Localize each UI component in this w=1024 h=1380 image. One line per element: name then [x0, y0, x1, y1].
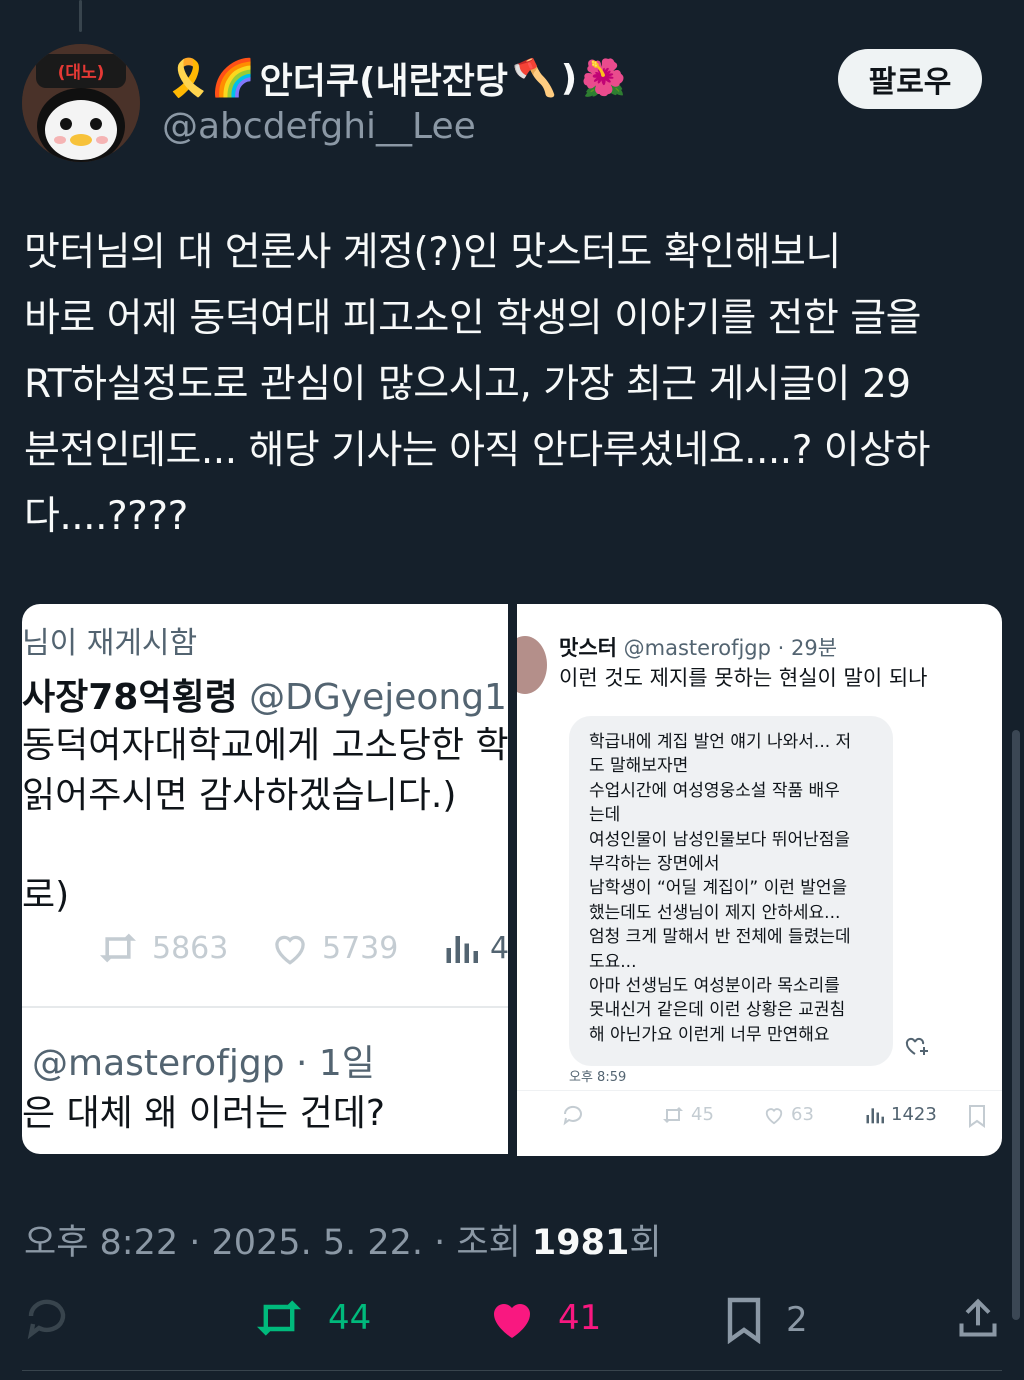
tweet-line: 다....????	[24, 494, 188, 539]
quoted-author-handle: @DGyejeong12	[237, 677, 508, 718]
bubble-line: 여성인물이 남성인물보다 뛰어난점을	[589, 829, 851, 850]
heart-icon	[275, 935, 305, 965]
author-display-name[interactable]: 🎗️🌈 안더쿠(내란잔당 🪓 ) 🌺	[166, 52, 626, 104]
reply-button[interactable]	[22, 1296, 72, 1340]
thread-connector-line	[79, 0, 82, 32]
tweet-line: 바로 어제 동덕여대 피고소인 학생의 이야기를 전한 글을	[24, 296, 922, 341]
author-handle[interactable]: @abcdefghi__Lee	[162, 106, 476, 147]
message-bubble: 학급내에 계집 발언 얘기 나와서... 저 도 말해보자면 수업시간에 여성영…	[569, 716, 893, 1066]
tweet-line: RT하실정도로 관심이 많으시고, 가장 최근 게시글이 29	[24, 362, 911, 407]
bubble-line: 엄청 크게 말해서 반 전체에 들렸는데	[589, 927, 851, 948]
bubble-line: 남학생이 “어딜 계집이” 이런 발언을	[589, 878, 848, 899]
divider	[22, 1370, 1002, 1371]
image-views-stat: 4	[442, 930, 508, 966]
heart-icon	[765, 1107, 783, 1124]
bookmark-icon	[969, 1105, 985, 1128]
hibiscus-emoji: 🌺	[581, 58, 627, 99]
quoted-author-name: 사장78억횡령	[22, 677, 238, 718]
penguin-avatar-image: (대노)	[22, 44, 140, 162]
share-icon	[959, 1298, 997, 1337]
bubble-line: 는데	[589, 805, 621, 826]
bubble-line: 부각하는 장면에서	[589, 854, 720, 875]
bookmark-icon	[727, 1297, 761, 1344]
reply-icon	[27, 1299, 66, 1340]
reply-handle-time: @masterofjgp · 1일	[32, 1043, 375, 1084]
image-retweet-stat: 5863	[96, 930, 228, 966]
tweet-line: 분전인데도... 해당 기사는 아직 안다루셨네요....? 이상하	[24, 428, 930, 473]
heart-plus-icon	[905, 1037, 928, 1055]
share-button[interactable]	[956, 1296, 1000, 1340]
bubble-line: 학급내에 계집 발언 얘기 나와서... 저	[589, 732, 852, 752]
heart-filled-icon	[494, 1304, 530, 1338]
tweet-meta: 오후 8:22 · 2025. 5. 22. · 조회 1981회	[24, 1214, 662, 1265]
embedded-views-stat: 1423	[863, 1104, 937, 1125]
mini-avatar	[517, 636, 547, 694]
quoted-text-line: 동덕여자대학교에게 고소당한 학생	[22, 725, 508, 766]
follow-button[interactable]: 팔로우	[838, 49, 982, 109]
bubble-time: 오후 8:59	[569, 1070, 627, 1085]
bubble-line: 해 아닌가요 이런게 너무 만연해요	[589, 1024, 830, 1045]
tweet-timestamp[interactable]: 오후 8:22 · 2025. 5. 22. · 조회	[24, 1223, 532, 1263]
quoted-author: 사장78억횡령 @DGyejeong12	[22, 668, 508, 720]
retweet-icon	[663, 1106, 683, 1123]
display-name-close: )	[560, 57, 578, 99]
reply-icon	[563, 1105, 582, 1126]
bubble-line: 도 말해보자면	[589, 756, 689, 777]
bubble-line: 수업시간에 여성영웅소설 작품 배우	[589, 780, 840, 801]
embedded-like-stat: 63	[763, 1104, 814, 1125]
image-like-stat: 5739	[270, 930, 398, 966]
embedded-retweet-stat: 45	[661, 1104, 714, 1125]
ribbon-rainbow-emoji: 🎗️🌈	[166, 58, 256, 99]
avatar[interactable]: (대노)	[22, 44, 140, 162]
retweet-button[interactable]: 44	[252, 1296, 371, 1340]
embedded-author: 맛스터 @masterofjgp · 29분	[559, 632, 837, 662]
retweet-icon	[257, 1300, 301, 1336]
views-icon	[866, 1107, 884, 1123]
attached-image-right[interactable]: 맛스터 @masterofjgp · 29분 이런 것도 제지를 못하는 현실이…	[517, 604, 1002, 1156]
like-count: 41	[558, 1298, 602, 1338]
tweet-line: 맛터님의 대 언론사 계정(?)인 맛스터도 확인해보니	[24, 230, 841, 275]
quoted-text-line: 로)	[22, 875, 70, 916]
like-button[interactable]: 41	[488, 1296, 601, 1340]
views-icon	[446, 936, 478, 963]
bubble-line: 아마 선생님도 여성분이라 목소리를	[589, 976, 840, 997]
repost-label: 님이 재게시함	[22, 626, 198, 661]
quoted-text-line: 읽어주시면 감사하겠습니다.)	[22, 775, 457, 816]
attached-image-left[interactable]: 님이 재게시함 사장78억횡령 @DGyejeong12 동덕여자대학교에게 고…	[22, 604, 508, 1154]
scrollbar[interactable]	[1012, 730, 1020, 1320]
embedded-handle-time: @masterofjgp · 29분	[616, 636, 838, 660]
axe-emoji: 🪓	[511, 58, 557, 99]
display-name-text: 안더쿠(내란잔당	[259, 61, 508, 102]
reply-text: 은 대체 왜 이러는 건데?	[22, 1093, 385, 1134]
retweet-count: 44	[328, 1298, 372, 1338]
view-count-suffix: 회	[629, 1223, 662, 1263]
bubble-line: 도요...	[589, 951, 637, 972]
view-count: 1981	[531, 1223, 630, 1263]
tweet-text: 맛터님의 대 언론사 계정(?)인 맛스터도 확인해보니 바로 어제 동덕여대 …	[24, 220, 1004, 550]
svg-text:(대노): (대노)	[58, 63, 105, 83]
divider	[22, 1006, 508, 1008]
bubble-line: 했는데도 선생님이 제지 안하세요...	[589, 902, 841, 923]
retweet-icon	[100, 933, 136, 963]
embedded-text: 이런 것도 제지를 못하는 현실이 말이 되나	[559, 666, 928, 690]
divider	[517, 1090, 1002, 1091]
bubble-line: 못내신거 같은데 이런 상황은 교권침	[589, 1000, 846, 1021]
embedded-author-name: 맛스터	[559, 636, 617, 660]
bookmark-count: 2	[786, 1300, 808, 1340]
bookmark-button[interactable]: 2	[724, 1296, 808, 1344]
